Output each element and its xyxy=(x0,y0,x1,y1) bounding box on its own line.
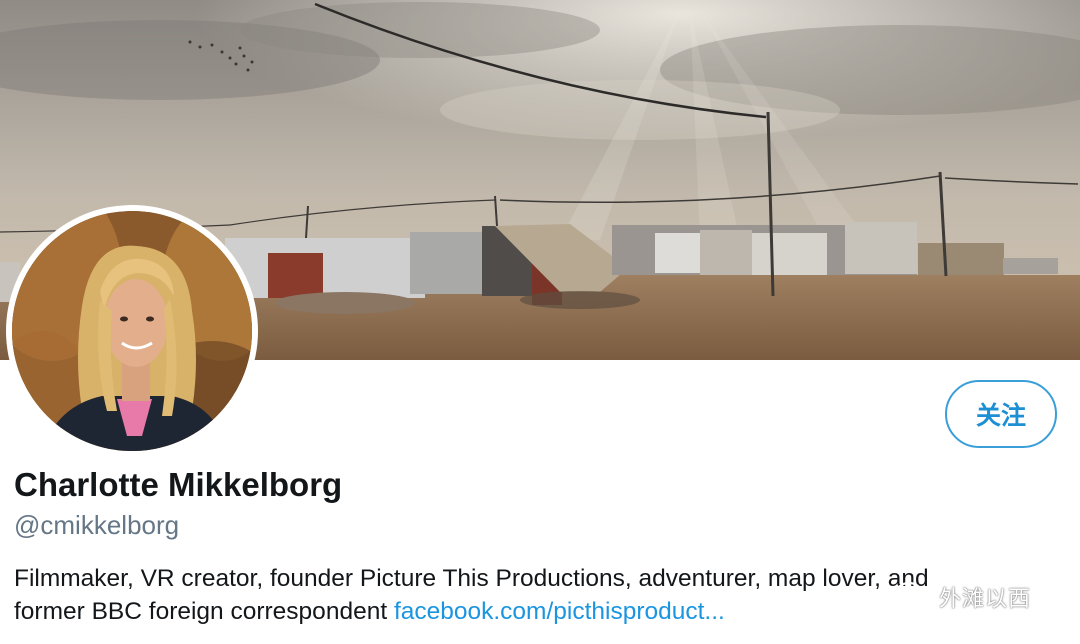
bio-text: former BBC foreign correspondent xyxy=(14,598,394,625)
profile-display-name: Charlotte Mikkelborg xyxy=(14,466,343,503)
wechat-icon xyxy=(894,581,932,612)
watermark: 外滩以西 xyxy=(893,580,1031,614)
follow-button[interactable]: 关注 xyxy=(945,380,1057,448)
bio-website-link[interactable]: facebook.com/picthisproduct... xyxy=(394,598,725,625)
profile-avatar[interactable] xyxy=(6,205,258,457)
profile-page: 关注 Charlotte Mikkelborg @cmikkelborg Fil… xyxy=(0,0,1080,644)
watermark-text: 外滩以西 xyxy=(939,587,1032,612)
avatar-photo xyxy=(12,211,252,451)
profile-handle[interactable]: @cmikkelborg xyxy=(14,510,179,541)
